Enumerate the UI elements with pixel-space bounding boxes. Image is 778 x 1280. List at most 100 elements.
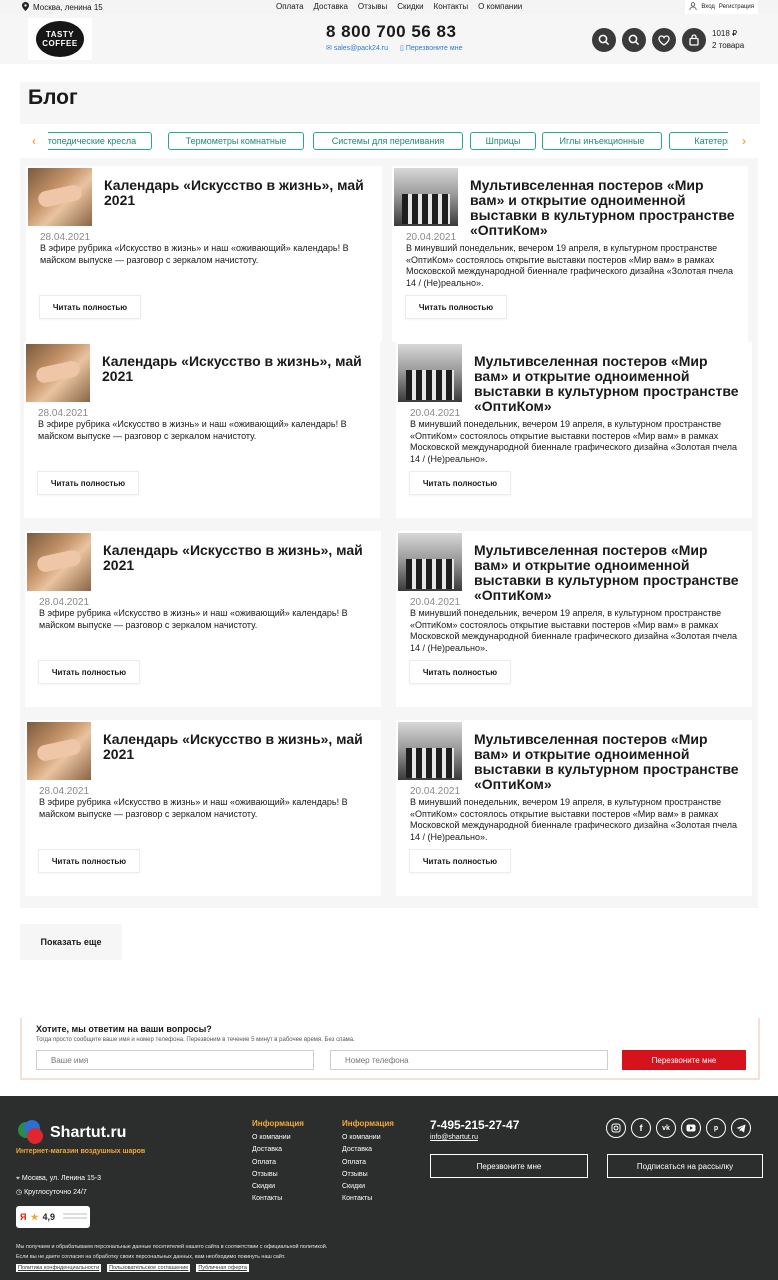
header-contacts: ✉ sales@pack24.ru ▯ Перезвоните мне bbox=[326, 44, 462, 52]
header-callback-link[interactable]: ▯ Перезвоните мне bbox=[400, 44, 462, 52]
tag-chip[interactable]: Шприцы bbox=[470, 132, 536, 150]
footer-link[interactable]: Отзывы bbox=[252, 1169, 304, 1181]
footer-link[interactable]: Доставка bbox=[252, 1144, 304, 1156]
footer-link[interactable]: Оплата bbox=[252, 1157, 304, 1169]
footer-link[interactable]: Скидки bbox=[342, 1181, 394, 1193]
tag-chip[interactable]: Ортопедические кресла bbox=[48, 132, 152, 150]
page-title-bar: Блог bbox=[20, 82, 760, 124]
post-title[interactable]: Календарь «Искусство в жизнь», май 2021 bbox=[103, 732, 371, 762]
post-thumbnail[interactable] bbox=[394, 168, 458, 226]
read-more-button[interactable]: Читать полностью bbox=[410, 661, 510, 683]
footer-link[interactable]: Контакты bbox=[342, 1193, 394, 1205]
search-icon[interactable] bbox=[592, 28, 616, 52]
read-more-button[interactable]: Читать полностью bbox=[39, 661, 139, 683]
instagram-icon[interactable] bbox=[606, 1118, 626, 1138]
post-title[interactable]: Мультивселенная постеров «Мир вам» и отк… bbox=[474, 543, 742, 603]
chevron-right-icon[interactable]: › bbox=[742, 134, 746, 148]
subscribe-button[interactable]: Подписаться на рассылку bbox=[607, 1154, 763, 1178]
post-excerpt: В эфире рубрика «Искусство в жизнь» и на… bbox=[39, 608, 348, 630]
post-title[interactable]: Календарь «Искусство в жизнь», май 2021 bbox=[102, 354, 370, 384]
logo-text-bottom: COFFEE bbox=[42, 39, 78, 48]
show-more-button[interactable]: Показать еще bbox=[20, 924, 122, 960]
callback-submit-button[interactable]: Перезвоните мне bbox=[622, 1050, 746, 1070]
privacy-policy-link[interactable]: Политика конфиденциальности bbox=[16, 1264, 102, 1272]
post-thumbnail[interactable] bbox=[398, 722, 462, 780]
user-agreement-link[interactable]: Пользовательское соглашение bbox=[107, 1264, 191, 1272]
post-title[interactable]: Мультивселенная постеров «Мир вам» и отк… bbox=[470, 178, 738, 238]
post-title[interactable]: Мультивселенная постеров «Мир вам» и отк… bbox=[474, 354, 742, 414]
footer-callback-button[interactable]: Перезвоните мне bbox=[430, 1154, 588, 1178]
footer-link[interactable]: Контакты bbox=[252, 1193, 304, 1205]
top-nav-item[interactable]: Контакты bbox=[434, 2, 469, 11]
shopping-bag-icon[interactable] bbox=[682, 28, 706, 52]
footer-link[interactable]: О компании bbox=[342, 1132, 394, 1144]
post-thumbnail[interactable] bbox=[398, 533, 462, 591]
post-excerpt: В минувший понедельник, вечером 19 апрел… bbox=[410, 608, 738, 653]
top-nav-item[interactable]: Скидки bbox=[397, 2, 423, 11]
read-more-button[interactable]: Читать полностью bbox=[410, 472, 510, 494]
tag-chip[interactable]: Иглы инъекционные bbox=[542, 132, 662, 150]
footer-link[interactable]: Доставка bbox=[342, 1144, 394, 1156]
cart-summary[interactable]: 1018 ₽ 2 товара bbox=[712, 28, 744, 52]
name-field[interactable]: Ваше имя bbox=[36, 1050, 314, 1070]
footer-slogan: Интернет-магазин воздушных шаров bbox=[16, 1148, 146, 1155]
post-thumbnail[interactable] bbox=[26, 344, 90, 402]
header-actions bbox=[592, 28, 706, 52]
post-thumbnail[interactable] bbox=[28, 168, 92, 226]
tag-chip[interactable]: Катетеры bbox=[669, 132, 728, 150]
public-offer-link[interactable]: Публичная оферта bbox=[196, 1264, 249, 1272]
top-nav-item[interactable]: Доставка bbox=[314, 2, 348, 11]
telegram-icon[interactable] bbox=[731, 1118, 751, 1138]
read-more-button[interactable]: Читать полностью bbox=[406, 296, 506, 318]
read-more-button[interactable]: Читать полностью bbox=[40, 296, 140, 318]
tag-carousel: ‹ Ортопедические кресла Термометры комна… bbox=[30, 132, 748, 150]
facebook-icon[interactable]: f bbox=[631, 1118, 651, 1138]
top-nav-item[interactable]: Отзывы bbox=[358, 2, 387, 11]
top-nav-item[interactable]: Оплата bbox=[276, 2, 304, 11]
read-more-button[interactable]: Читать полностью bbox=[38, 472, 138, 494]
top-nav: Оплата Доставка Отзывы Скидки Контакты О… bbox=[276, 2, 522, 11]
address-block[interactable]: Москва, ленина 15 bbox=[22, 2, 103, 13]
header-phone[interactable]: 8 800 700 56 83 bbox=[326, 22, 456, 42]
youtube-icon[interactable] bbox=[681, 1118, 701, 1138]
footer-link[interactable]: О компании bbox=[252, 1132, 304, 1144]
footer-link[interactable]: Скидки bbox=[252, 1181, 304, 1193]
footer-link[interactable]: Отзывы bbox=[342, 1169, 394, 1181]
footer-phone[interactable]: 7-495-215-27-47 bbox=[430, 1118, 519, 1132]
post-title[interactable]: Мультивселенная постеров «Мир вам» и отк… bbox=[474, 732, 742, 792]
footer-logo[interactable]: Shartut.ru bbox=[18, 1120, 126, 1146]
footer-address-text: Москва, ул. Ленина 15-3 bbox=[21, 1175, 101, 1182]
tag-chip[interactable]: Системы для переливания bbox=[313, 132, 463, 150]
phone-field[interactable]: Номер телефона bbox=[330, 1050, 608, 1070]
header-callback-text: Перезвоните мне bbox=[405, 45, 463, 52]
post-thumbnail[interactable] bbox=[27, 722, 91, 780]
mobile-phone-icon: ▯ bbox=[400, 45, 404, 52]
blog-card: Мультивселенная постеров «Мир вам» и отк… bbox=[392, 166, 748, 342]
footer-email[interactable]: info@shartut.ru bbox=[430, 1134, 478, 1141]
logo[interactable]: TASTY COFFEE bbox=[28, 18, 92, 60]
header-email[interactable]: ✉ sales@pack24.ru bbox=[326, 44, 388, 52]
read-more-button[interactable]: Читать полностью bbox=[410, 850, 510, 872]
blog-card: Мультивселенная постеров «Мир вам» и отк… bbox=[396, 720, 752, 896]
chevron-left-icon[interactable]: ‹ bbox=[32, 134, 36, 148]
footer-address: ⌖ Москва, ул. Ленина 15-3 bbox=[16, 1172, 101, 1186]
search-icon[interactable] bbox=[622, 28, 646, 52]
login-link[interactable]: Вход bbox=[701, 4, 715, 10]
post-thumbnail[interactable] bbox=[398, 344, 462, 402]
callback-form: Хотите, мы ответим на ваши вопросы? Тогд… bbox=[20, 1018, 760, 1080]
pinterest-icon[interactable]: p bbox=[706, 1118, 726, 1138]
footer-link[interactable]: Оплата bbox=[342, 1157, 394, 1169]
heart-icon[interactable] bbox=[652, 28, 676, 52]
vk-icon[interactable]: vk bbox=[656, 1118, 676, 1138]
top-nav-item[interactable]: О компании bbox=[478, 2, 522, 11]
blog-card: Календарь «Искусство в жизнь», май 2021 … bbox=[26, 166, 382, 342]
post-title[interactable]: Календарь «Искусство в жизнь», май 2021 bbox=[104, 178, 372, 208]
star-icon: ★ bbox=[30, 1211, 39, 1222]
tag-chip[interactable]: Термометры комнатные bbox=[168, 132, 304, 150]
read-more-button[interactable]: Читать полностью bbox=[39, 850, 139, 872]
register-link[interactable]: Регистрация bbox=[719, 4, 754, 10]
rating-badge[interactable]: Я ★ 4,9 bbox=[16, 1206, 90, 1228]
post-thumbnail[interactable] bbox=[27, 533, 91, 591]
post-title[interactable]: Календарь «Искусство в жизнь», май 2021 bbox=[103, 543, 371, 573]
site-header: TASTY COFFEE 8 800 700 56 83 ✉ sales@pac… bbox=[0, 14, 778, 64]
